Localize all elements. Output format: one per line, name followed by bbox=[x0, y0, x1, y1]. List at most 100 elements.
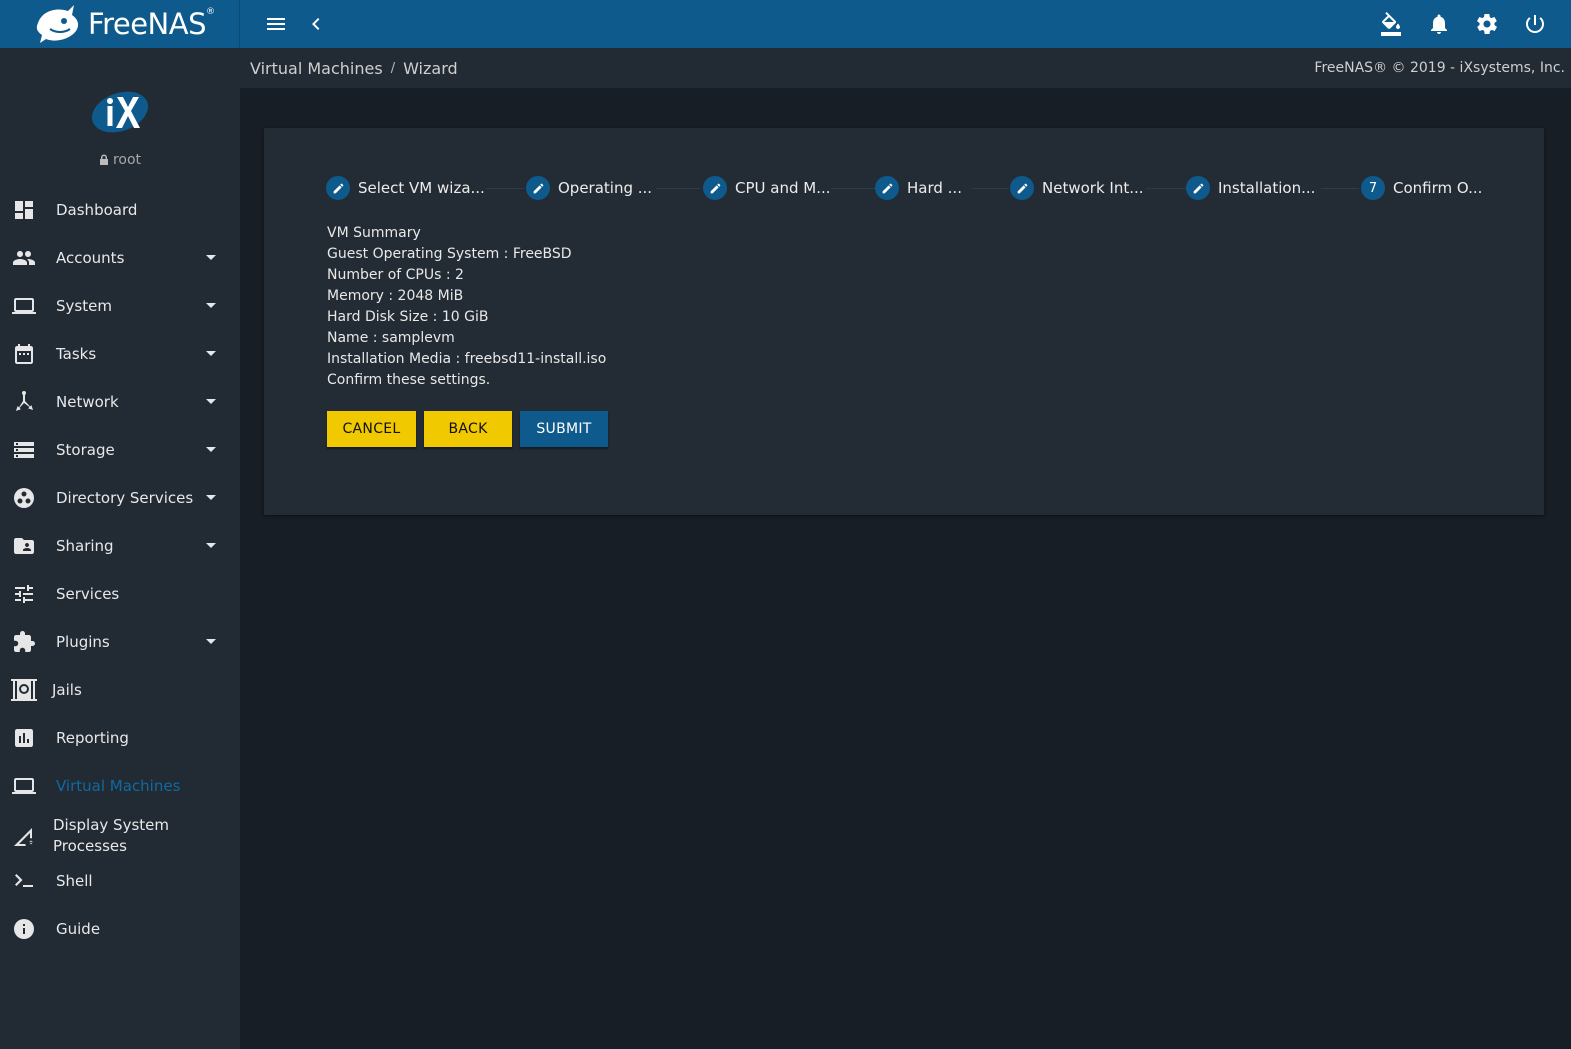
theme-bucket-icon bbox=[1381, 12, 1401, 36]
directory-services-icon bbox=[14, 488, 34, 508]
brand-name: FreeNAS® bbox=[88, 7, 215, 41]
sidebar-item-label: System bbox=[56, 297, 112, 315]
wizard-step-cpu-memory[interactable]: CPU and M... bbox=[703, 174, 831, 202]
back-button[interactable]: BACK bbox=[424, 411, 512, 447]
sidebar-item-sharing[interactable]: Sharing bbox=[0, 522, 240, 570]
collapse-sidebar-button[interactable] bbox=[296, 0, 336, 48]
expand-caret-icon bbox=[206, 303, 216, 308]
wizard-step-confirm[interactable]: 7 Confirm O... bbox=[1361, 174, 1482, 202]
step-label: Hard ... bbox=[907, 179, 962, 197]
pencil-icon bbox=[533, 183, 543, 193]
step-edit-badge bbox=[703, 176, 727, 200]
wizard-step-hard-disks[interactable]: Hard ... bbox=[875, 174, 962, 202]
wizard-step-select-vm[interactable]: Select VM wiza... bbox=[326, 174, 485, 202]
step-label: Select VM wiza... bbox=[358, 179, 485, 197]
menu-toggle-button[interactable] bbox=[256, 0, 296, 48]
sidebar-item-label: Reporting bbox=[56, 729, 129, 747]
vm-summary: VM Summary Guest Operating System : Free… bbox=[327, 223, 606, 391]
summary-line: Guest Operating System : FreeBSD bbox=[327, 246, 572, 262]
breadcrumb-virtual-machines[interactable]: Virtual Machines bbox=[250, 59, 383, 78]
expand-caret-icon bbox=[206, 447, 216, 452]
step-connector bbox=[971, 188, 1009, 189]
step-label: Confirm O... bbox=[1393, 179, 1483, 197]
breadcrumb: Virtual Machines / Wizard FreeNAS® © 201… bbox=[240, 48, 1571, 88]
sidebar-item-dashboard[interactable]: Dashboard bbox=[0, 186, 240, 234]
step-connector bbox=[1146, 188, 1186, 189]
sidebar-item-label: Shell bbox=[56, 872, 93, 890]
network-icon bbox=[16, 391, 33, 411]
pencil-icon bbox=[1017, 183, 1027, 193]
chevron-left-icon bbox=[312, 18, 320, 30]
wizard-stepper: Select VM wiza... Operating ... CPU and … bbox=[326, 174, 1486, 202]
breadcrumb-separator: / bbox=[390, 60, 396, 76]
power-button[interactable] bbox=[1515, 0, 1555, 48]
tune-icon bbox=[15, 585, 33, 603]
step-edit-badge bbox=[526, 176, 550, 200]
copyright-text: FreeNAS® © 2019 - iXsystems, Inc. bbox=[1314, 60, 1565, 76]
sidebar-item-label: Accounts bbox=[56, 249, 125, 267]
jail-icon bbox=[11, 679, 37, 701]
wizard-step-operating-system[interactable]: Operating ... bbox=[526, 174, 652, 202]
breadcrumb-wizard: Wizard bbox=[403, 58, 458, 78]
pencil-icon bbox=[882, 183, 892, 193]
step-connector bbox=[1321, 188, 1359, 189]
notifications-button[interactable] bbox=[1419, 0, 1459, 48]
summary-line: Hard Disk Size : 10 GiB bbox=[327, 309, 489, 325]
sidebar-item-label: Plugins bbox=[56, 633, 110, 651]
storage-icon bbox=[14, 442, 34, 458]
sidebar-item-label: Network bbox=[56, 393, 119, 411]
accounts-icon bbox=[13, 251, 35, 265]
step-label: CPU and M... bbox=[735, 179, 831, 197]
sidebar-item-jails[interactable]: Jails bbox=[0, 666, 240, 714]
step-edit-badge bbox=[875, 176, 899, 200]
folder-shared-icon bbox=[14, 538, 34, 554]
info-icon bbox=[14, 919, 34, 939]
settings-button[interactable] bbox=[1467, 0, 1507, 48]
laptop-icon bbox=[12, 298, 36, 314]
extension-icon bbox=[14, 631, 35, 652]
cancel-button[interactable]: CANCEL bbox=[327, 411, 416, 447]
expand-caret-icon bbox=[206, 639, 216, 644]
freenas-logo[interactable]: FreeNAS® bbox=[0, 0, 240, 48]
sidebar-item-label: Dashboard bbox=[56, 201, 138, 219]
sidebar-item-display-system-processes[interactable]: Display System Processes bbox=[0, 810, 240, 862]
pencil-icon bbox=[1193, 183, 1203, 193]
bell-icon bbox=[1431, 14, 1447, 34]
sidebar-item-system[interactable]: System bbox=[0, 282, 240, 330]
sidebar-item-label: Directory Services bbox=[56, 489, 194, 507]
submit-button[interactable]: SUBMIT bbox=[520, 411, 608, 447]
sidebar-item-virtual-machines[interactable]: Virtual Machines bbox=[0, 762, 240, 810]
sidebar-item-network[interactable]: Network bbox=[0, 378, 240, 426]
expand-caret-icon bbox=[206, 495, 216, 500]
sidebar-item-label: Storage bbox=[56, 441, 115, 459]
sidebar-item-plugins[interactable]: Plugins bbox=[0, 618, 240, 666]
sidebar-item-guide[interactable]: Guide bbox=[0, 905, 240, 953]
sidebar-item-storage[interactable]: Storage bbox=[0, 426, 240, 474]
step-edit-badge bbox=[326, 176, 350, 200]
sidebar-item-services[interactable]: Services bbox=[0, 570, 240, 618]
wizard-step-installation-media[interactable]: Installation... bbox=[1186, 174, 1315, 202]
theme-button[interactable] bbox=[1371, 0, 1411, 48]
pencil-icon bbox=[710, 183, 720, 193]
laptop-icon bbox=[12, 778, 36, 794]
step-label: Operating ... bbox=[558, 179, 653, 197]
expand-caret-icon bbox=[206, 399, 216, 404]
sidebar-item-accounts[interactable]: Accounts bbox=[0, 234, 240, 282]
summary-heading: VM Summary bbox=[327, 225, 421, 241]
freenas-fish-icon bbox=[36, 5, 79, 43]
sidebar-item-shell[interactable]: Shell bbox=[0, 857, 240, 905]
sidebar-item-directory-services[interactable]: Directory Services bbox=[0, 474, 240, 522]
summary-line: Name : samplevm bbox=[327, 330, 455, 346]
calendar-icon bbox=[15, 344, 33, 364]
summary-line: Installation Media : freebsd11-install.i… bbox=[327, 351, 607, 367]
step-edit-badge bbox=[1186, 176, 1210, 200]
wizard-step-network-interface[interactable]: Network Int... bbox=[1010, 174, 1144, 202]
sidebar-item-label: Display System Processes bbox=[53, 816, 169, 855]
gear-icon bbox=[1477, 13, 1497, 34]
sidebar-item-tasks[interactable]: Tasks bbox=[0, 330, 240, 378]
sidebar-item-reporting[interactable]: Reporting bbox=[0, 714, 240, 762]
summary-confirm-text: Confirm these settings. bbox=[327, 372, 491, 388]
vm-wizard-card: Select VM wiza... Operating ... CPU and … bbox=[264, 128, 1544, 515]
processes-icon bbox=[14, 828, 33, 846]
sidebar-item-label: Tasks bbox=[56, 345, 97, 363]
